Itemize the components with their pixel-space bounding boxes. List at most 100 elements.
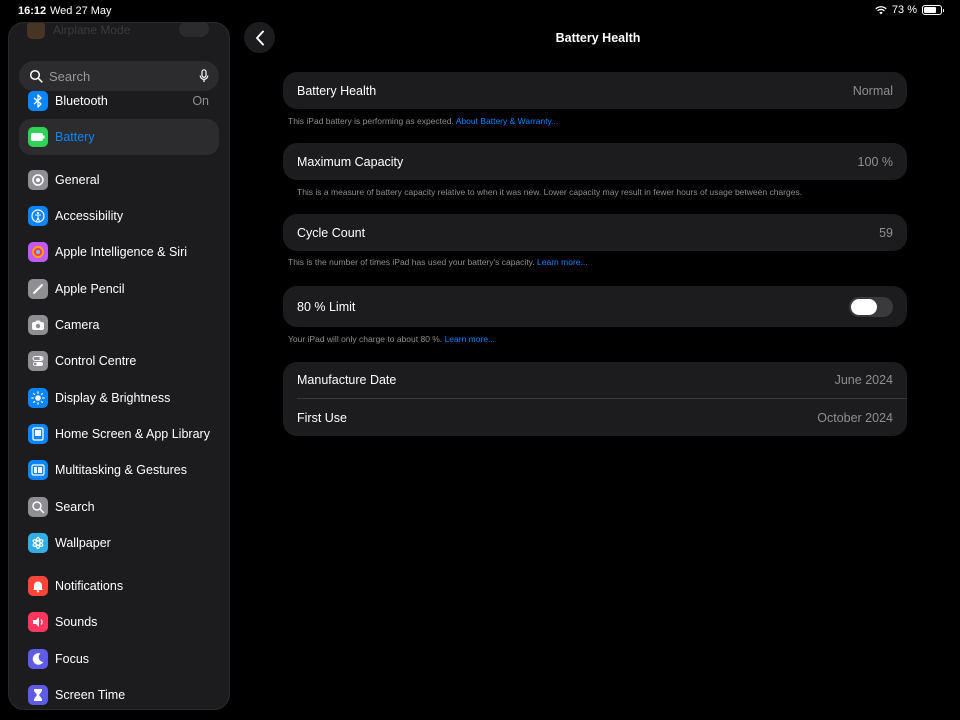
cycle-count-learn-more-link[interactable]: Learn more... (537, 257, 588, 267)
sidebar-item-label: Focus (55, 652, 90, 666)
first-use-value: October 2024 (817, 410, 893, 425)
sidebar-item-screen-time[interactable]: Screen Time (19, 677, 219, 709)
limit-footnote: Your iPad will only charge to about 80 %… (288, 334, 495, 344)
max-capacity-footnote: This is a measure of battery capacity re… (297, 187, 802, 197)
pencil-icon (28, 279, 48, 299)
limit-row: 80 % Limit (283, 286, 907, 327)
cycle-count-card: Cycle Count 59 (283, 214, 907, 251)
back-button[interactable] (244, 22, 275, 53)
sidebar-item-label: Home Screen & App Library (55, 427, 210, 441)
sidebar-item-label: Apple Intelligence & Siri (55, 245, 188, 259)
manufacture-date-value: June 2024 (834, 373, 893, 387)
sidebar-item-label: Screen Time (55, 688, 126, 702)
search-icon (28, 497, 48, 517)
moon-icon (28, 649, 48, 669)
microphone-icon[interactable] (199, 69, 209, 83)
sidebar-item-label: Display & Brightness (55, 391, 171, 405)
sidebar-item-battery[interactable]: Battery (19, 119, 219, 155)
cycle-count-footnote: This is the number of times iPad has use… (288, 257, 588, 267)
sidebar-item-label: Camera (55, 318, 100, 332)
battery-health-footnote: This iPad battery is performing as expec… (288, 116, 558, 126)
footnote-text: This is a measure of battery capacity re… (297, 187, 803, 197)
status-time: 16:12 (18, 5, 47, 17)
sidebar-item-notifications[interactable]: Notifications (19, 568, 219, 604)
sidebar-item-label: Multitasking & Gestures (55, 463, 187, 477)
max-capacity-row: Maximum Capacity 100 % (283, 143, 907, 180)
sidebar-item-label: Search (55, 500, 95, 514)
sidebar-item-label: Apple Pencil (55, 282, 125, 296)
footnote-text: This iPad battery is performing as expec… (288, 116, 454, 126)
cycle-count-label: Cycle Count (297, 225, 366, 240)
airplane-icon (27, 23, 45, 39)
accessibility-icon (28, 206, 48, 226)
limit-label: 80 % Limit (297, 299, 356, 314)
status-date: Wed 27 May (50, 5, 112, 17)
gear-icon (28, 170, 48, 190)
control-centre-icon (28, 351, 48, 371)
siri-icon (28, 242, 48, 262)
sidebar-item-multitasking-gestures[interactable]: Multitasking & Gestures (19, 452, 219, 488)
status-indicators: 73 % (875, 4, 944, 16)
speaker-icon (28, 612, 48, 632)
sidebar-item-label: Sounds (55, 615, 98, 629)
multitasking-icon (28, 460, 48, 480)
limit-toggle[interactable] (849, 296, 893, 317)
home-screen-icon (28, 424, 48, 444)
sidebar-item-sounds[interactable]: Sounds (19, 604, 219, 640)
sidebar-item-label: Airplane Mode (53, 23, 131, 37)
sidebar-item-label: Control Centre (55, 354, 137, 368)
battery-percent: 73 % (891, 4, 917, 16)
max-capacity-card: Maximum Capacity 100 % (283, 143, 907, 180)
footnote-text: Your iPad will only charge to about 80 %… (288, 334, 443, 344)
max-capacity-value: 100 % (857, 154, 893, 169)
dates-card: Manufacture Date June 2024 First Use Oct… (283, 362, 907, 436)
battery-health-value: Normal (852, 83, 893, 98)
sidebar-item-label: Bluetooth (55, 94, 108, 108)
footnote-text: This is the number of times iPad has use… (288, 257, 535, 267)
max-capacity-label: Maximum Capacity (297, 154, 404, 169)
status-bar: 16:12 Wed 27 May 73 % (0, 0, 960, 22)
chevron-left-icon (255, 30, 264, 45)
sidebar-item-label: General (55, 173, 100, 187)
battery-level-fill (924, 7, 936, 13)
sidebar-item-value: On (192, 94, 209, 108)
limit-card: 80 % Limit (283, 286, 907, 327)
toggle-knob (851, 298, 877, 315)
camera-icon (28, 315, 48, 335)
sidebar-item-search[interactable]: Search (19, 489, 219, 525)
sidebar-item-airplane-mode: Airplane Mode (27, 23, 131, 39)
sidebar-item-label: Battery (55, 130, 95, 144)
limit-learn-more-link[interactable]: Learn more... (445, 334, 496, 344)
manufacture-date-label: Manufacture Date (297, 373, 397, 387)
sidebar-item-apple-intelligence-siri[interactable]: Apple Intelligence & Siri (19, 234, 219, 270)
airplane-mode-toggle (179, 23, 209, 37)
sidebar-item-apple-pencil[interactable]: Apple Pencil (19, 271, 219, 307)
sidebar[interactable]: Airplane Mode Search Bluetooth On Battery G… (8, 22, 230, 710)
sidebar-item-camera[interactable]: Camera (19, 307, 219, 343)
search-icon (29, 69, 43, 83)
hourglass-icon (28, 685, 48, 705)
battery-warranty-link[interactable]: About Battery & Warranty... (456, 116, 559, 126)
sidebar-item-home-screen-app-library[interactable]: Home Screen & App Library (19, 416, 219, 452)
sidebar-item-label: Accessibility (55, 209, 124, 223)
sidebar-item-control-centre[interactable]: Control Centre (19, 343, 219, 379)
cycle-count-row: Cycle Count 59 (283, 214, 907, 251)
sidebar-item-focus[interactable]: Focus (19, 641, 219, 677)
bell-icon (28, 576, 48, 596)
wallpaper-icon (28, 533, 48, 553)
sidebar-item-general[interactable]: General (19, 162, 219, 198)
wifi-icon (875, 6, 887, 15)
sidebar-item-display-brightness[interactable]: Display & Brightness (19, 380, 219, 416)
sidebar-item-bluetooth[interactable]: Bluetooth On (19, 83, 219, 119)
battery-health-label: Battery Health (297, 83, 377, 98)
sidebar-item-accessibility[interactable]: Accessibility (19, 198, 219, 234)
sun-icon (28, 388, 48, 408)
sidebar-item-label: Wallpaper (55, 536, 111, 550)
sidebar-item-label: Notifications (55, 579, 124, 593)
search-placeholder: Search (49, 68, 91, 84)
sidebar-item-wallpaper[interactable]: Wallpaper (19, 525, 219, 561)
cycle-count-value: 59 (879, 225, 893, 240)
battery-status-icon (922, 5, 944, 15)
battery-health-card: Battery Health Normal (283, 72, 907, 109)
first-use-row: First Use October 2024 (283, 399, 907, 436)
